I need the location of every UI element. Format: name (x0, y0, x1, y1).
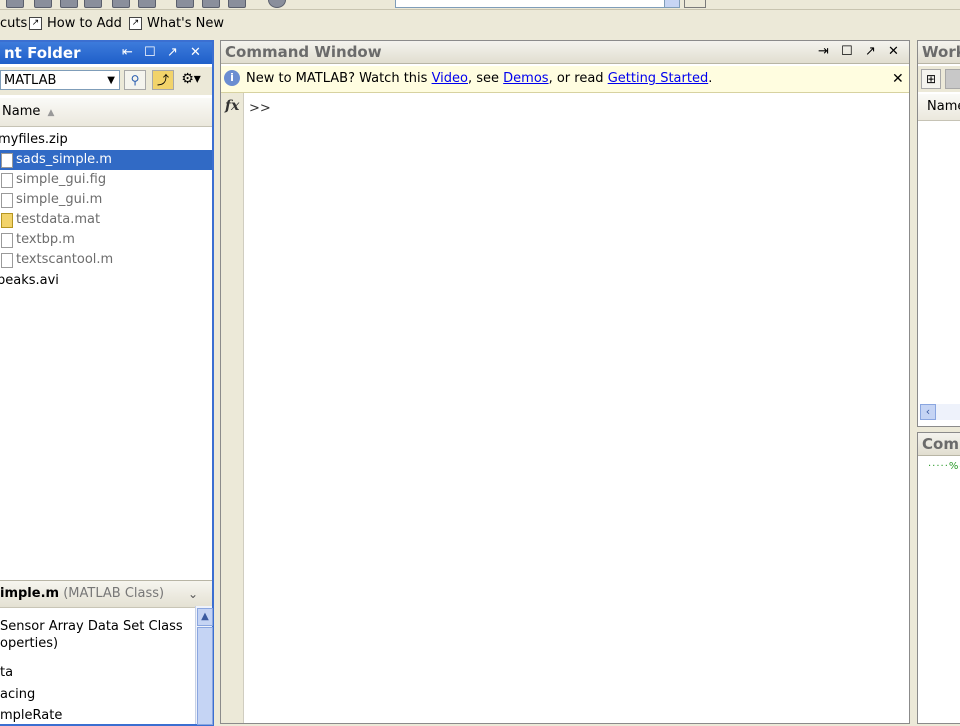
list-item[interactable]: textbp.m (0, 230, 212, 250)
help-icon[interactable] (268, 0, 286, 8)
list-item[interactable]: testdata.mat (0, 210, 212, 230)
fig-file-icon (1, 173, 13, 188)
chevron-down-icon[interactable]: ⌄ (188, 581, 198, 607)
close-icon[interactable]: ✕ (190, 42, 201, 64)
dock-icon[interactable]: ⇥ (818, 41, 829, 63)
mat-file-icon (1, 213, 13, 228)
folder-path-field[interactable]: MATLAB ▼ (0, 70, 120, 90)
workspace-titlebar[interactable]: Work (918, 41, 960, 64)
m-file-icon (1, 153, 13, 168)
list-item[interactable]: peaks.avi (0, 271, 212, 291)
m-file-icon (1, 233, 13, 248)
command-window-titlebar[interactable]: Command Window (221, 41, 909, 64)
detail-description: operties) (0, 636, 59, 651)
popout-icon[interactable]: ↗ (865, 41, 876, 63)
copy-icon[interactable] (84, 0, 102, 8)
cut-icon[interactable] (60, 0, 78, 8)
maximize-icon[interactable]: ☐ (144, 42, 156, 64)
search-icon[interactable]: ⚲ (124, 70, 146, 90)
undo-icon[interactable] (112, 0, 130, 8)
how-to-add-shortcut[interactable]: ↗ How to Add (29, 16, 122, 31)
current-folder-titlebar[interactable]: nt Folder (0, 42, 212, 64)
open-file-icon[interactable] (34, 0, 52, 8)
list-item[interactable]: myfiles.zip (0, 130, 212, 150)
maximize-icon[interactable]: ☐ (841, 41, 853, 63)
parent-folder-icon[interactable]: ⤴ (152, 70, 174, 90)
workspace-toolbar: ⊞ (918, 66, 960, 92)
scroll-thumb[interactable] (197, 627, 213, 725)
browse-folder-button[interactable] (684, 0, 706, 8)
details-scrollbar[interactable]: ▲ (195, 606, 213, 725)
list-item[interactable]: simple_gui.m (0, 190, 212, 210)
scroll-left-icon[interactable]: ‹ (920, 404, 936, 420)
list-item[interactable]: textscantool.m (0, 250, 212, 270)
workspace-hscrollbar[interactable]: ‹ (920, 404, 960, 420)
video-link[interactable]: Video (432, 71, 468, 86)
shortcut-arrow-icon: ↗ (29, 17, 42, 30)
list-item[interactable]: sads_simple.m (0, 150, 212, 170)
detail-property: mpleRate (0, 708, 63, 723)
info-icon: i (224, 70, 240, 86)
shortcut-arrow-icon: ↗ (129, 17, 142, 30)
new-file-icon[interactable] (6, 0, 24, 8)
history-entry[interactable]: ·····%– (928, 461, 960, 472)
open-variable-icon[interactable] (945, 69, 960, 89)
close-icon[interactable]: ✕ (892, 66, 904, 92)
command-prompt[interactable]: >> (249, 101, 271, 116)
simulink-icon[interactable] (176, 0, 194, 8)
redo-icon[interactable] (138, 0, 156, 8)
panel-title: Command Window (225, 43, 382, 61)
current-directory-dropdown[interactable] (664, 0, 680, 8)
panel-title: Comm (922, 435, 960, 453)
gear-icon[interactable]: ⚙▾ (180, 70, 202, 90)
command-history-titlebar[interactable]: Comm (918, 433, 960, 456)
function-browser-icon[interactable]: fx (225, 98, 239, 114)
detail-description: Sensor Array Data Set Class (0, 619, 183, 634)
current-folder-panel: nt Folder ⇤ ☐ ↗ ✕ MATLAB ▼ ⚲ ⤴ ⚙▾ Name ▲… (0, 40, 214, 726)
list-item[interactable]: simple_gui.fig (0, 170, 212, 190)
getting-started-banner: i New to MATLAB? Watch this Video, see D… (221, 66, 909, 93)
sort-asc-icon: ▲ (47, 108, 55, 118)
profiler-icon[interactable] (228, 0, 246, 8)
shortcuts-bar: cuts ↗ How to Add ↗ What's New (0, 10, 960, 37)
whats-new-shortcut[interactable]: ↗ What's New (129, 16, 224, 31)
getting-started-link[interactable]: Getting Started (608, 71, 709, 86)
m-file-icon (1, 193, 13, 208)
shortcuts-label: cuts (0, 16, 28, 31)
new-variable-icon[interactable]: ⊞ (921, 69, 941, 89)
main-toolbar (0, 0, 960, 10)
m-file-icon (1, 253, 13, 268)
detail-property: acing (0, 687, 36, 702)
close-icon[interactable]: ✕ (888, 41, 899, 63)
panel-title: nt Folder (4, 44, 81, 62)
guide-icon[interactable] (202, 0, 220, 8)
workspace-panel: Work ⊞ Name ‹ (917, 40, 960, 427)
demos-link[interactable]: Demos (503, 71, 548, 86)
folder-path-row: MATLAB ▼ ⚲ ⤴ ⚙▾ (0, 67, 212, 95)
undock-icon[interactable]: ⇤ (122, 42, 133, 64)
command-window-panel: Command Window ⇥ ☐ ↗ ✕ i New to MATLAB? … (220, 40, 910, 724)
current-directory-input[interactable] (395, 0, 679, 8)
popout-icon[interactable]: ↗ (167, 42, 178, 64)
workspace-column-header[interactable]: Name (918, 94, 960, 121)
chevron-down-icon[interactable]: ▼ (107, 71, 115, 91)
command-gutter: fx (221, 93, 244, 723)
detail-property: ta (0, 665, 14, 680)
panel-title: Work (922, 43, 960, 61)
scroll-up-icon[interactable]: ▲ (197, 608, 213, 626)
details-header[interactable]: imple.m (MATLAB Class) ⌄ (0, 580, 212, 608)
column-header-name[interactable]: Name ▲ (0, 98, 212, 127)
command-history-panel: Comm ·····%– (917, 432, 960, 724)
